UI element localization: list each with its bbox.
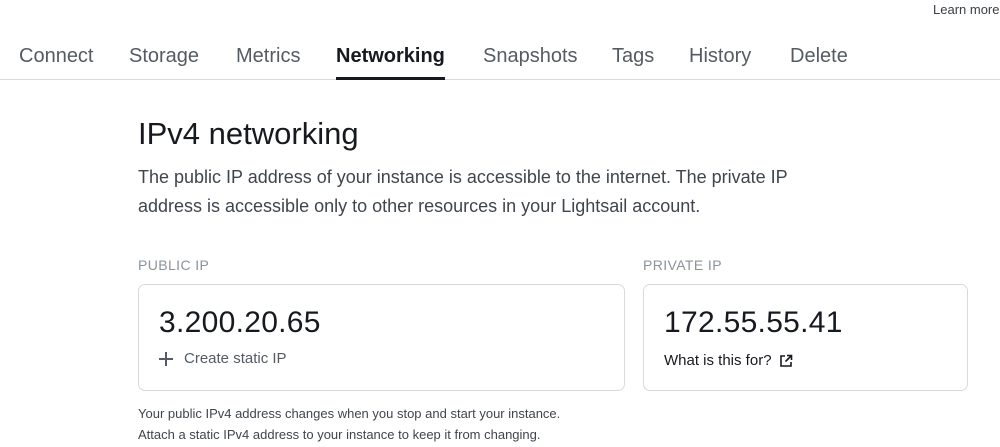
create-static-ip-button[interactable]: Create static IP xyxy=(159,350,287,367)
create-static-ip-label: Create static IP xyxy=(184,350,287,367)
public-ip-card: 3.200.20.65 Create static IP xyxy=(138,284,625,391)
private-ip-label: PRIVATE IP xyxy=(643,257,722,273)
external-link-icon xyxy=(779,354,793,368)
tab-metrics[interactable]: Metrics xyxy=(236,42,300,80)
private-ip-value: 172.55.55.41 xyxy=(664,306,843,339)
what-is-this-for-label: What is this for? xyxy=(664,352,772,369)
private-ip-card: 172.55.55.41 What is this for? xyxy=(643,284,968,391)
helper-line-1: Your public IPv4 address changes when yo… xyxy=(138,406,561,421)
plus-icon xyxy=(159,351,173,366)
tab-delete[interactable]: Delete xyxy=(790,42,848,80)
learn-more-link[interactable]: Learn more xyxy=(933,2,999,17)
section-description: The public IP address of your instance i… xyxy=(138,167,788,216)
tab-snapshots[interactable]: Snapshots xyxy=(483,42,578,80)
helper-line-2: Attach a static IPv4 address to your ins… xyxy=(138,427,541,442)
tab-storage[interactable]: Storage xyxy=(129,42,199,80)
what-is-this-for-link[interactable]: What is this for? xyxy=(664,352,793,369)
instance-tabs: Connect Storage Metrics Networking Snaps… xyxy=(0,42,1000,80)
section-title: IPv4 networking xyxy=(138,116,359,151)
tab-networking[interactable]: Networking xyxy=(336,42,445,80)
networking-page: Learn more Connect Storage Metrics Netwo… xyxy=(0,0,1000,447)
tab-connect[interactable]: Connect xyxy=(19,42,94,80)
public-ip-value: 3.200.20.65 xyxy=(159,306,321,339)
tab-tags[interactable]: Tags xyxy=(612,42,654,80)
tab-history[interactable]: History xyxy=(689,42,751,80)
public-ip-label: PUBLIC IP xyxy=(138,257,210,273)
public-ip-helper-text: Your public IPv4 address changes when yo… xyxy=(138,403,738,445)
